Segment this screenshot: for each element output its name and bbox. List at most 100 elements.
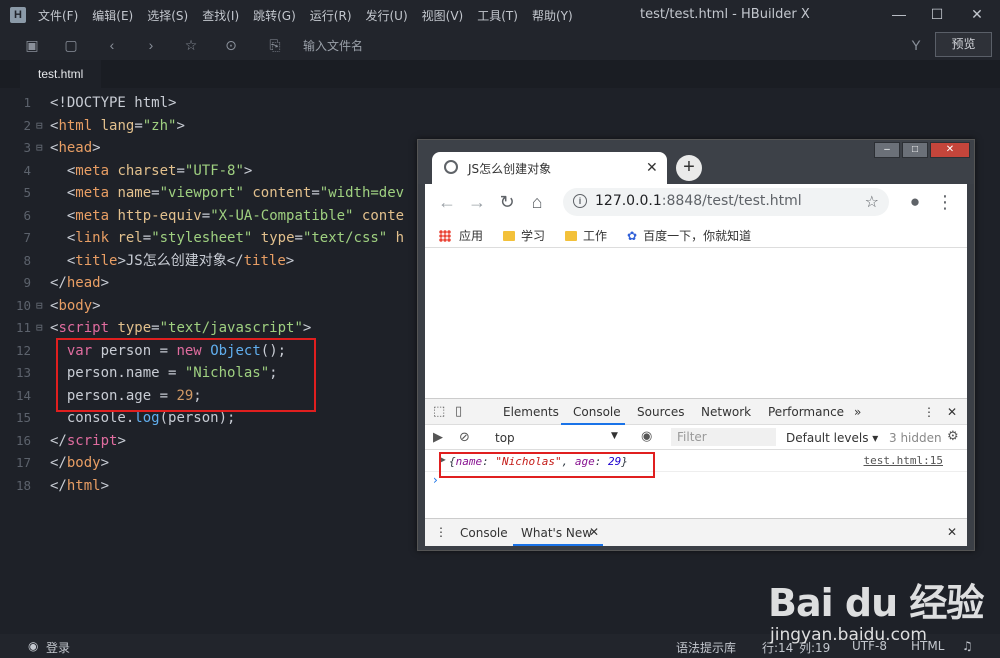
watermark-logo: Bai du 经验 — [768, 581, 984, 625]
new-tab-icon[interactable]: + — [676, 155, 702, 181]
back-icon[interactable]: ‹ — [103, 36, 121, 54]
fold-icon[interactable]: ⊟ — [36, 295, 46, 318]
menu-find[interactable]: 查找(I) — [202, 7, 239, 24]
tab-sources[interactable]: Sources — [637, 405, 684, 419]
line-number: 13 — [15, 365, 31, 380]
browser-toolbar: ← → ↻ ⌂ i 127.0.0.1:8848/test/test.html … — [425, 184, 967, 220]
inspect-icon[interactable]: ⬚ — [433, 404, 445, 419]
menu-goto[interactable]: 跳转(G) — [253, 7, 296, 24]
fold-icon[interactable]: ⊟ — [36, 115, 46, 138]
menu-run[interactable]: 运行(R) — [310, 7, 352, 24]
context-dropdown-icon[interactable]: ▼ — [611, 431, 618, 441]
code-line: </html> — [50, 477, 110, 494]
active-tab-indicator — [561, 423, 625, 425]
toolbar: ▣ ▢ ‹ › ☆ ⊙ ⎘ 输入文件名 Y — [0, 30, 1000, 60]
bookmark-study[interactable]: 学习 — [503, 227, 545, 244]
tab-test-html[interactable]: test.html — [20, 60, 102, 88]
fold-icon[interactable]: ⊟ — [36, 317, 46, 340]
browser-maximize-icon[interactable]: □ — [902, 142, 928, 158]
save-icon[interactable]: ▢ — [62, 36, 80, 54]
context-select[interactable]: top — [495, 431, 515, 445]
filter-input[interactable]: Filter — [671, 428, 776, 446]
more-tabs-icon[interactable]: » — [854, 405, 861, 419]
account-icon[interactable]: ● — [905, 192, 925, 212]
drawer-tab-close-icon[interactable]: ✕ — [589, 525, 599, 539]
line-number: 18 — [15, 477, 31, 493]
file-name-input[interactable]: 输入文件名 — [303, 37, 363, 54]
forward-icon[interactable]: › — [142, 36, 160, 54]
page-content[interactable] — [425, 248, 967, 398]
console-prompt-icon[interactable]: › — [433, 473, 438, 487]
login-link[interactable]: 登录 — [46, 639, 70, 656]
drawer-close-icon[interactable]: ✕ — [947, 525, 957, 539]
tab-console[interactable]: Console — [573, 405, 621, 419]
drawer-tab-console[interactable]: Console — [460, 526, 508, 540]
browser-tab[interactable]: JS怎么创建对象 ✕ — [432, 152, 667, 184]
browser-back-icon[interactable]: ← — [437, 192, 457, 212]
tab-performance[interactable]: Performance — [768, 405, 844, 419]
code-line: <html lang="zh"> — [50, 117, 185, 134]
info-icon[interactable]: i — [573, 194, 587, 208]
code-line: <script type="text/javascript"> — [50, 320, 312, 336]
code-highlight-box — [56, 338, 316, 412]
run-icon[interactable]: ⊙ — [222, 36, 240, 54]
tab-elements[interactable]: Elements — [503, 405, 559, 419]
log-levels-select[interactable]: Default levels ▾ — [786, 431, 878, 445]
hbuilder-logo-icon: H — [10, 7, 26, 23]
sidebar-toggle-icon[interactable]: ▶ — [433, 430, 443, 445]
close-icon[interactable]: ✕ — [962, 4, 992, 24]
tab-network[interactable]: Network — [701, 405, 751, 419]
bookmark-baidu[interactable]: ✿ 百度一下，你就知道 — [627, 227, 751, 244]
star-icon[interactable]: ☆ — [182, 36, 200, 54]
menu-edit[interactable]: 编辑(E) — [92, 7, 133, 24]
line-number: 6 — [23, 207, 31, 223]
device-toolbar-icon[interactable]: ▯ — [455, 404, 462, 419]
baidu-jingyan-watermark: Bai du 经验 jingyan.baidu.com — [768, 572, 984, 645]
clear-console-icon[interactable]: ⊘ — [459, 430, 470, 445]
code-line: </body> — [50, 455, 110, 471]
drawer-active-indicator — [513, 544, 603, 546]
preview-button[interactable]: 预览 — [935, 32, 992, 57]
devtools-menu-icon[interactable]: ⋮ — [923, 405, 935, 419]
browser-close-icon[interactable]: ✕ — [930, 142, 970, 158]
settings-gear-icon[interactable]: ⚙ — [947, 429, 959, 444]
new-file-icon[interactable]: ▣ — [23, 36, 41, 54]
maximize-icon[interactable]: ☐ — [922, 4, 952, 24]
reload-icon[interactable]: ↻ — [497, 192, 517, 212]
menu-file[interactable]: 文件(F) — [38, 7, 78, 24]
bookmark-work[interactable]: 工作 — [565, 227, 607, 244]
bookmark-apps[interactable]: 应用 — [439, 227, 483, 244]
filter-icon[interactable]: Y — [907, 36, 925, 54]
line-number: 3 — [23, 140, 31, 155]
more-menu-icon[interactable]: ⋮ — [935, 192, 955, 212]
user-icon[interactable]: ◉ — [28, 639, 38, 653]
menu-select[interactable]: 选择(S) — [147, 7, 188, 24]
browser-forward-icon[interactable]: → — [467, 192, 487, 212]
bookmarks-bar: 应用 学习 工作 ✿ 百度一下，你就知道 — [425, 220, 967, 248]
devtools-close-icon[interactable]: ✕ — [947, 405, 957, 419]
menu-view[interactable]: 视图(V) — [422, 7, 464, 24]
source-link[interactable]: test.html:15 — [864, 454, 943, 467]
tab-close-icon[interactable]: ✕ — [646, 159, 658, 176]
minimize-icon[interactable]: — — [884, 4, 914, 24]
home-icon[interactable]: ⌂ — [527, 192, 547, 212]
browser-tab-title: JS怎么创建对象 — [468, 162, 552, 176]
menu-help[interactable]: 帮助(Y) — [532, 7, 573, 24]
menu-publish[interactable]: 发行(U) — [366, 7, 408, 24]
devtools-drawer: ⋮ Console What's New ✕ ✕ — [425, 518, 967, 546]
menu-tools[interactable]: 工具(T) — [477, 7, 518, 24]
code-line: <!DOCTYPE html> — [50, 95, 177, 111]
file-search-icon[interactable]: ⎘ — [266, 36, 284, 54]
drawer-tab-whats-new[interactable]: What's New — [521, 526, 592, 540]
line-number: 10 — [15, 297, 31, 313]
address-bar[interactable]: i 127.0.0.1:8848/test/test.html ☆ — [563, 188, 889, 216]
eye-icon[interactable]: ◉ — [641, 429, 652, 444]
bookmark-star-icon[interactable]: ☆ — [865, 192, 879, 212]
syntax-hint-lib[interactable]: 语法提示库 — [676, 639, 736, 656]
line-number: 15 — [15, 410, 31, 425]
drawer-menu-icon[interactable]: ⋮ — [435, 525, 447, 539]
line-number: 4 — [23, 162, 31, 178]
browser-minimize-icon[interactable]: – — [874, 142, 900, 158]
editor-tab-bar: test.html — [0, 60, 1000, 88]
fold-icon[interactable]: ⊟ — [36, 137, 46, 160]
